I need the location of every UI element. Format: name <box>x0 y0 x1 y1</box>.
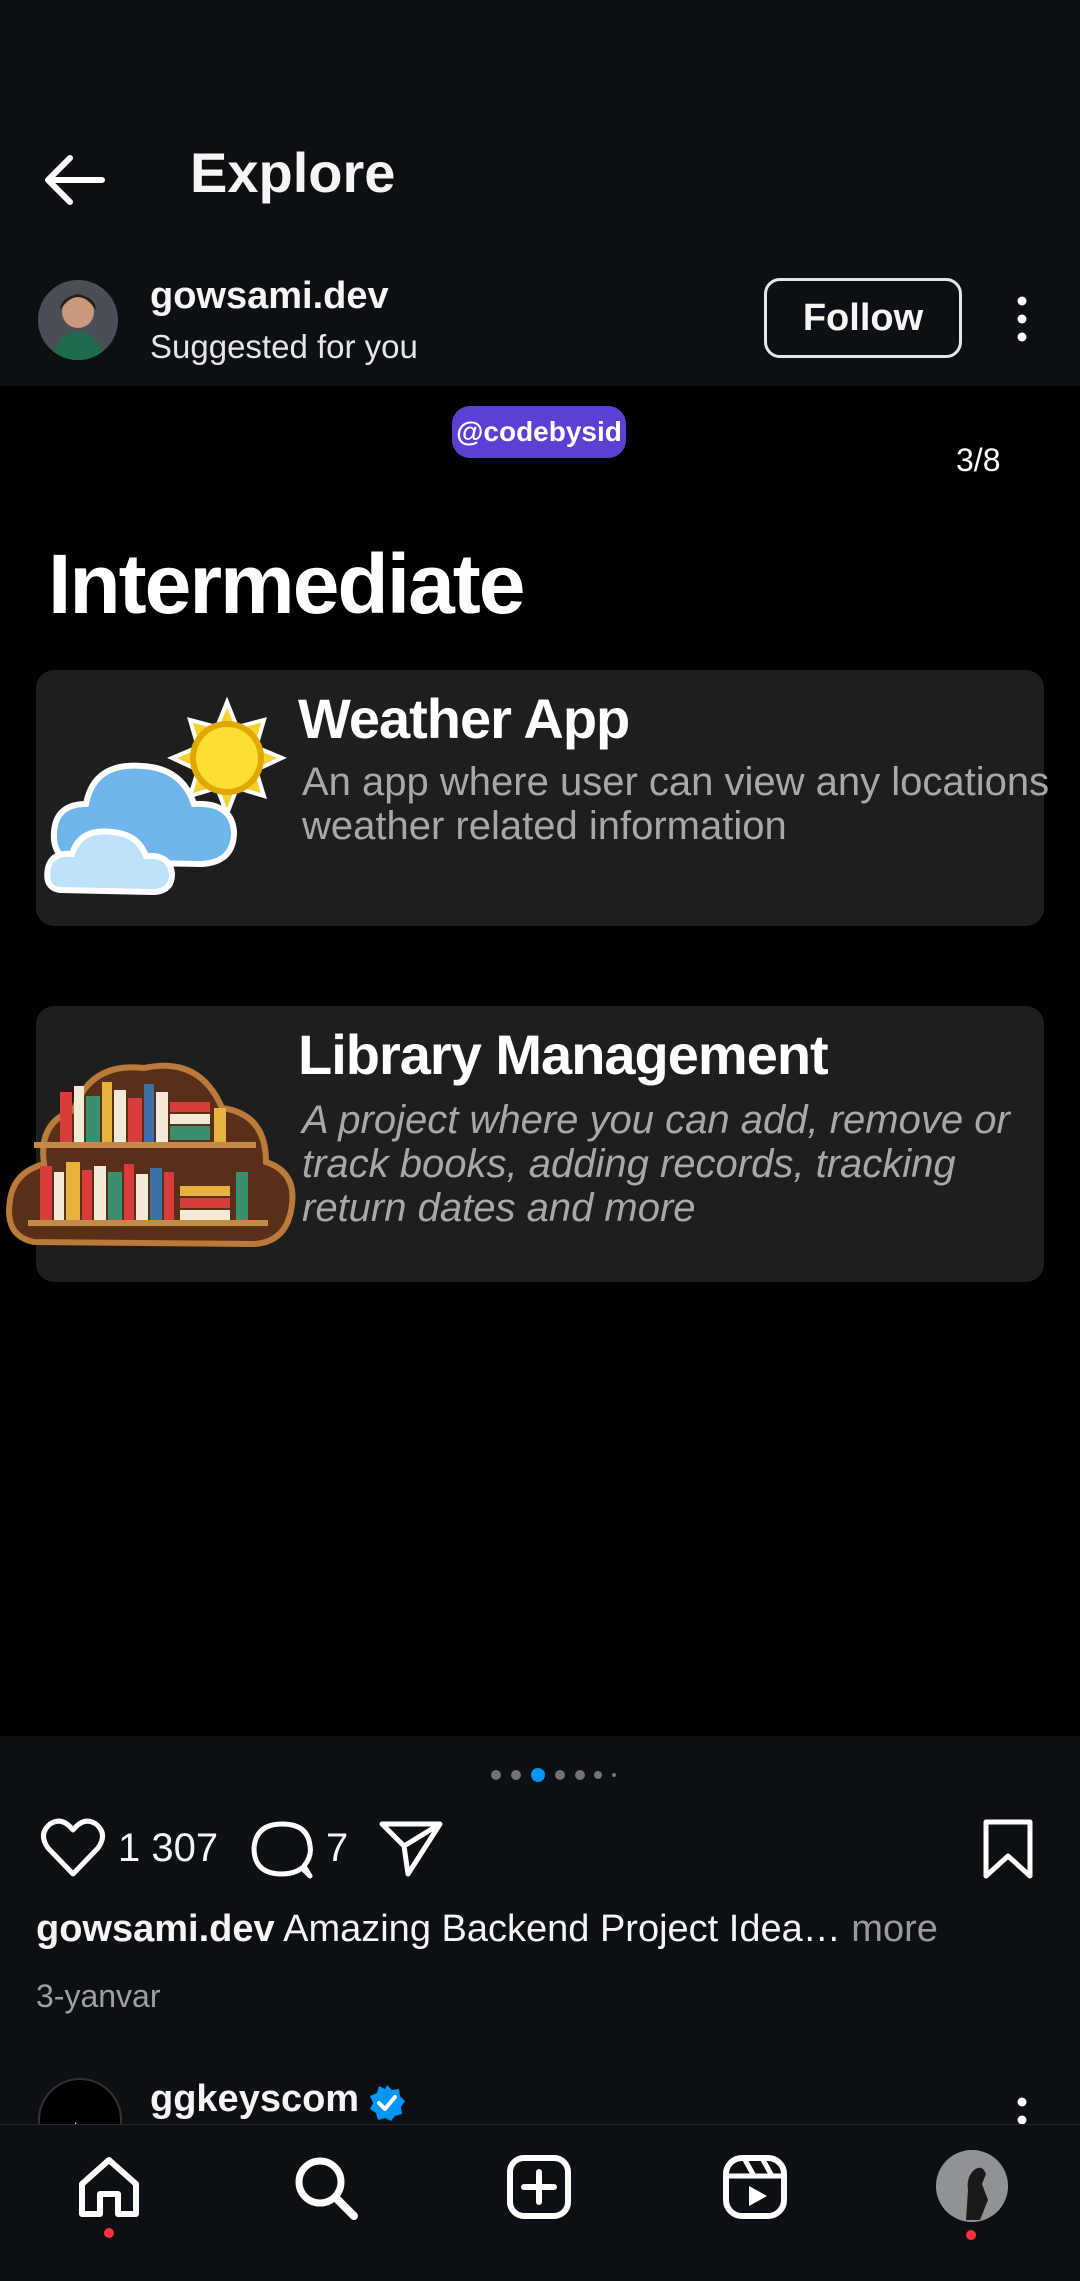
back-arrow-icon[interactable] <box>40 150 110 210</box>
nav-home-icon[interactable] <box>74 2152 144 2222</box>
post-username[interactable]: gowsami.dev <box>150 275 389 318</box>
bookshelf-icon <box>6 1062 296 1248</box>
caption-username[interactable]: gowsami.dev <box>36 1908 275 1950</box>
like-heart-icon[interactable] <box>40 1818 106 1878</box>
notification-dot <box>966 2230 976 2240</box>
nav-profile-avatar[interactable] <box>936 2150 1008 2222</box>
page-title: Explore <box>190 141 396 204</box>
verified-badge-icon <box>370 2085 405 2121</box>
next-post-username[interactable]: ggkeyscom <box>150 2078 359 2121</box>
card-title: Library Management <box>298 1023 829 1086</box>
nav-reels-icon[interactable] <box>720 2152 790 2222</box>
share-icon[interactable] <box>378 1818 444 1878</box>
bookmark-icon[interactable] <box>980 1818 1036 1880</box>
watermark-badge: @codebysid <box>452 406 626 458</box>
card-title: Weather App <box>298 687 630 750</box>
caption-text: Amazing Backend Project Idea… <box>283 1908 841 1950</box>
suggested-label: Suggested for you <box>150 328 418 365</box>
comment-icon[interactable] <box>250 1818 314 1880</box>
next-post-more-icon[interactable] <box>1010 2096 1034 2126</box>
caption-more-link[interactable]: more <box>841 1908 938 1950</box>
weather-icon <box>44 696 287 896</box>
nav-create-icon[interactable] <box>504 2152 574 2222</box>
carousel-indicator <box>491 1768 616 1782</box>
nav-search-icon[interactable] <box>290 2152 360 2222</box>
slide-counter: 3/8 <box>956 442 1001 478</box>
likes-count[interactable]: 1 307 <box>118 1826 218 1871</box>
notification-dot <box>104 2228 114 2238</box>
post-date: 3-yanvar <box>36 1978 161 2014</box>
card-description: A project where you can add, remove or t… <box>302 1098 1010 1230</box>
comments-count[interactable]: 7 <box>326 1826 348 1871</box>
avatar[interactable] <box>38 280 118 360</box>
follow-button[interactable]: Follow <box>764 278 962 358</box>
post-media[interactable]: @codebysid 3/8 Intermediate Weather App … <box>0 386 1080 1736</box>
slide-heading: Intermediate <box>48 537 525 631</box>
more-options-icon[interactable] <box>1010 295 1034 343</box>
card-description: An app where user can view any locations… <box>302 760 1050 848</box>
post-caption[interactable]: gowsami.dev Amazing Backend Project Idea… <box>36 1908 1046 1951</box>
